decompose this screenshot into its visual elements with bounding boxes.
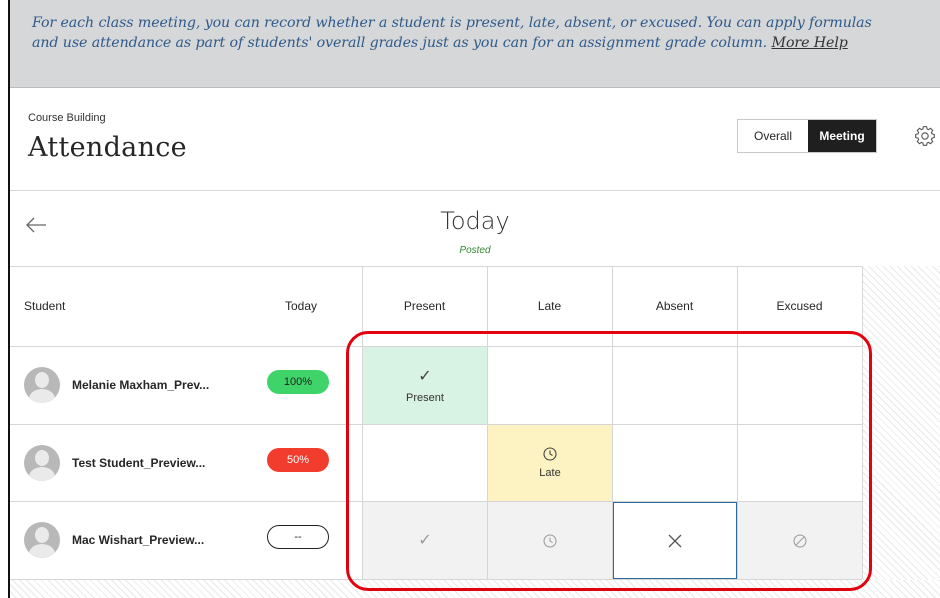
help-text: For each class meeting, you can record w… <box>32 13 926 53</box>
help-banner: For each class meeting, you can record w… <box>10 0 940 88</box>
today-grade-pill[interactable]: -- <box>267 525 329 549</box>
student-row: Melanie Maxham_Prev... 100% <box>10 346 362 424</box>
today-grade-pill[interactable]: 100% <box>267 370 329 394</box>
help-text-line1: For each class meeting, you can record w… <box>32 15 872 31</box>
avatar <box>24 367 60 403</box>
student-name[interactable]: Test Student_Preview... <box>72 456 205 470</box>
meeting-view-button[interactable]: Meeting <box>808 120 876 152</box>
student-column-header[interactable]: Student <box>24 266 65 346</box>
overall-view-button[interactable]: Overall <box>738 120 808 152</box>
highlight-annotation <box>346 331 872 591</box>
meeting-date-title: Today <box>440 207 510 235</box>
view-toggle: Overall Meeting <box>737 119 877 153</box>
avatar <box>24 445 60 481</box>
more-help-link[interactable]: More Help <box>772 35 848 51</box>
page-header: Course Building Attendance Overall Meeti… <box>10 88 940 191</box>
meeting-date-bar: Today Posted <box>10 191 940 266</box>
avatar <box>24 522 60 558</box>
today-grade-pill[interactable]: 50% <box>267 448 329 472</box>
page-title: Attendance <box>28 132 187 163</box>
student-row: Test Student_Preview... 50% <box>10 424 362 502</box>
hatched-area <box>862 266 940 598</box>
help-text-line2: and use attendance as part of students' … <box>32 35 768 51</box>
student-name[interactable]: Melanie Maxham_Prev... <box>72 378 209 392</box>
gear-icon[interactable] <box>913 124 937 148</box>
today-column-header[interactable]: Today <box>285 266 317 346</box>
posted-status: Posted <box>459 245 491 256</box>
student-name[interactable]: Mac Wishart_Preview... <box>72 533 204 547</box>
student-row: Mac Wishart_Preview... -- <box>10 501 362 579</box>
breadcrumb[interactable]: Course Building <box>28 112 106 124</box>
